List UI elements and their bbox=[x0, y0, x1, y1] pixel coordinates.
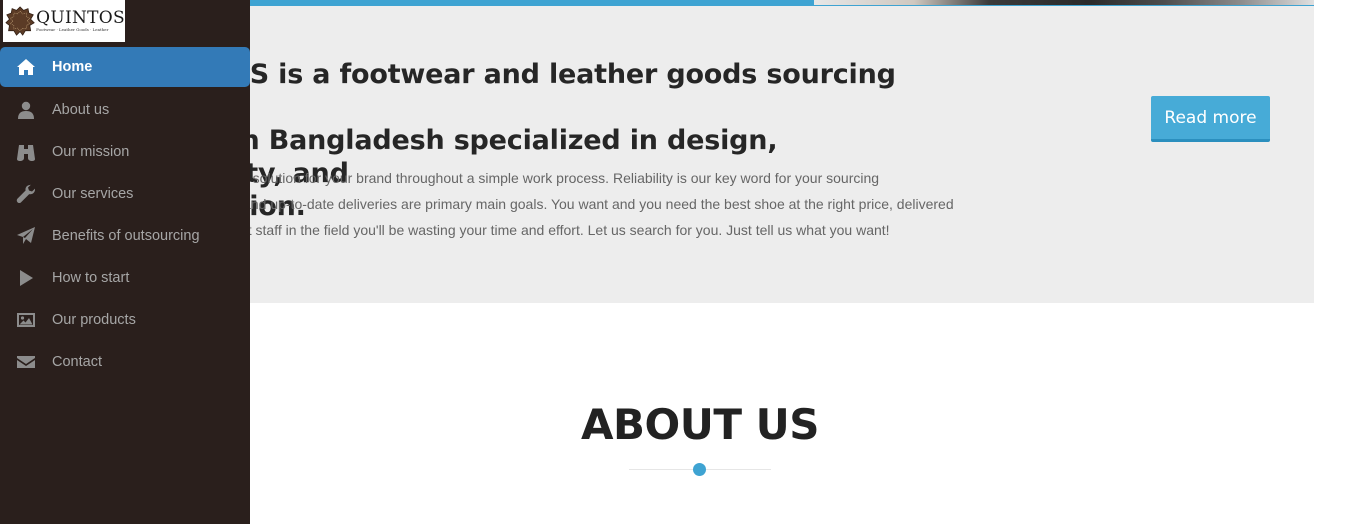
sidebar-item-benefits-of-outsourcing[interactable]: Benefits of outsourcing bbox=[0, 215, 250, 257]
sidebar-item-our-mission[interactable]: Our mission bbox=[0, 131, 250, 173]
sidebar-item-contact[interactable]: Contact bbox=[0, 341, 250, 383]
logo-text: QUINTOS Footwear · Leather Goods · Leath… bbox=[36, 9, 125, 33]
logo[interactable]: QUINTOS Footwear · Leather Goods · Leath… bbox=[3, 0, 125, 42]
sidebar-item-label: Home bbox=[52, 59, 93, 75]
logo-tagline: Footwear · Leather Goods · Leather bbox=[36, 27, 109, 32]
sidebar-item-about-us[interactable]: About us bbox=[0, 89, 250, 131]
sidebar-item-home[interactable]: Home bbox=[0, 47, 250, 87]
intro-heading-line: QUINTOS is a footwear and leather goods … bbox=[250, 59, 896, 90]
intro-text-line: We offer the best market solution for yo… bbox=[250, 170, 880, 186]
sidebar-item-how-to-start[interactable]: How to start bbox=[0, 257, 250, 299]
wrench-icon bbox=[16, 184, 36, 204]
sidebar-item-label: Benefits of outsourcing bbox=[52, 228, 200, 244]
intro-paragraph: We offer the best market solution for yo… bbox=[250, 165, 996, 243]
section-divider-dot bbox=[693, 463, 706, 476]
picture-icon bbox=[16, 310, 36, 330]
intro-text-line: on time. Without the right staff in the … bbox=[250, 222, 890, 238]
intro-section: QUINTOS is a footwear and leather goods … bbox=[250, 6, 1314, 303]
sidebar-item-label: Contact bbox=[52, 354, 102, 370]
hero-photo-edge bbox=[814, 0, 1314, 5]
user-icon bbox=[16, 100, 36, 120]
sidebar-item-our-products[interactable]: Our products bbox=[0, 299, 250, 341]
sidebar-nav: Home About us Our mission Our services B… bbox=[0, 47, 250, 383]
about-us-title: ABOUT US bbox=[581, 400, 819, 449]
sidebar-item-label: How to start bbox=[52, 270, 130, 286]
logo-name: QUINTOS bbox=[36, 8, 125, 28]
sidebar-item-label: About us bbox=[52, 102, 110, 118]
play-icon bbox=[16, 268, 36, 288]
intro-text-line: needs; professionalism and up-to-date de… bbox=[250, 196, 954, 212]
sidebar-item-label: Our services bbox=[52, 186, 134, 202]
leather-hide-icon bbox=[5, 6, 35, 36]
sidebar: QUINTOS Footwear · Leather Goods · Leath… bbox=[0, 0, 250, 524]
envelope-icon bbox=[16, 352, 36, 372]
binoculars-icon bbox=[16, 142, 36, 162]
read-more-button[interactable]: Read more bbox=[1151, 96, 1270, 142]
sidebar-item-label: Our products bbox=[52, 312, 136, 328]
sidebar-item-our-services[interactable]: Our services bbox=[0, 173, 250, 215]
paper-plane-icon bbox=[16, 226, 36, 246]
home-icon bbox=[16, 57, 36, 77]
sidebar-item-label: Our mission bbox=[52, 144, 130, 160]
